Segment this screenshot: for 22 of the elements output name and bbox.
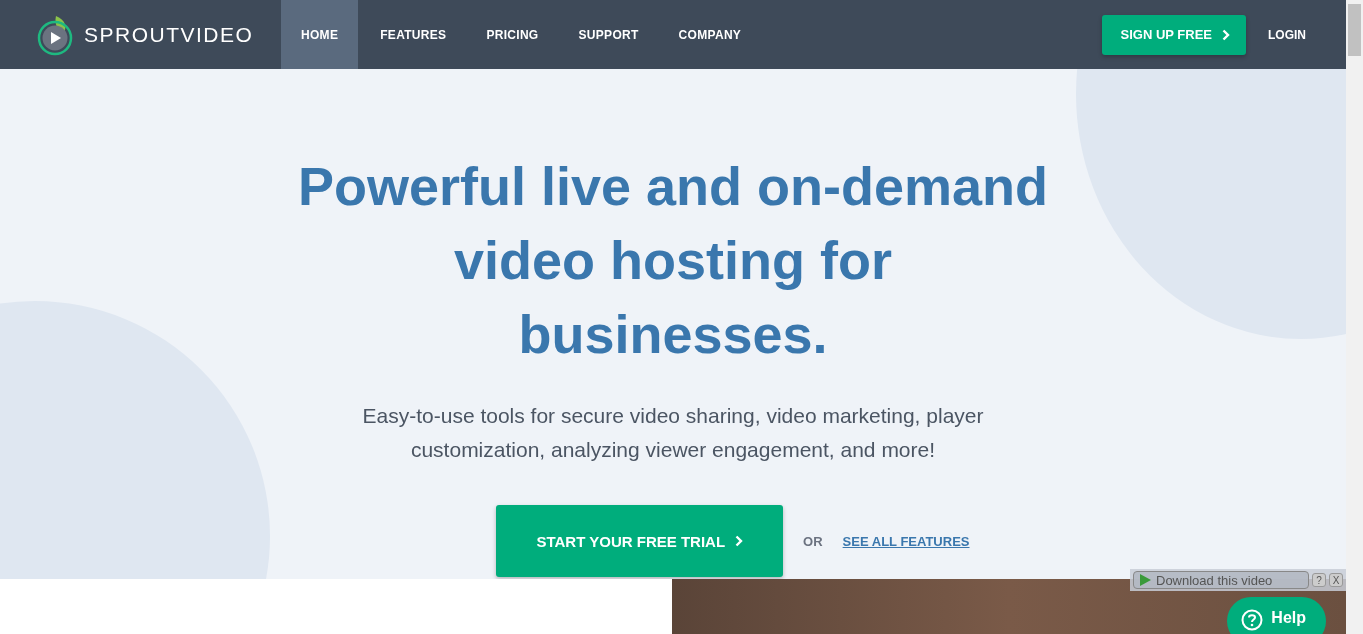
scrollbar[interactable] (1346, 0, 1363, 634)
free-trial-button[interactable]: START YOUR FREE TRIAL (496, 505, 784, 577)
nav-link[interactable]: HOME (281, 0, 359, 69)
hero-subtitle: Easy-to-use tools for secure video sharing, video marketing, player customization, analyzing viewer engagement, and more! (361, 403, 985, 463)
help-chat-button[interactable]: Help (1227, 597, 1326, 634)
close-button[interactable]: X (1329, 573, 1343, 587)
chevron-icon (735, 535, 744, 547)
logo-text: SPROUTVIDEO (84, 22, 254, 47)
download-button[interactable]: Download this video (1133, 571, 1309, 589)
help-button[interactable]: ? (1312, 573, 1326, 587)
question-icon (1241, 609, 1264, 631)
features-link[interactable]: SEE ALL FEATURES (842, 533, 970, 549)
nav-link[interactable]: COMPANY (658, 0, 762, 69)
nav-link[interactable]: SUPPORT (558, 0, 659, 69)
nav-link[interactable]: FEATURES (360, 0, 467, 69)
login-link[interactable]: LOGIN (1268, 27, 1306, 42)
nav-link[interactable]: PRICING (466, 0, 559, 69)
sign-up-button[interactable]: SIGN UP FREE (1102, 14, 1246, 55)
play-icon (1138, 573, 1152, 587)
or-text: OR (803, 533, 823, 549)
chevron-icon (1222, 28, 1230, 41)
hero-headline: Powerful live and on-demand video hosting for businesses. (296, 155, 1050, 366)
